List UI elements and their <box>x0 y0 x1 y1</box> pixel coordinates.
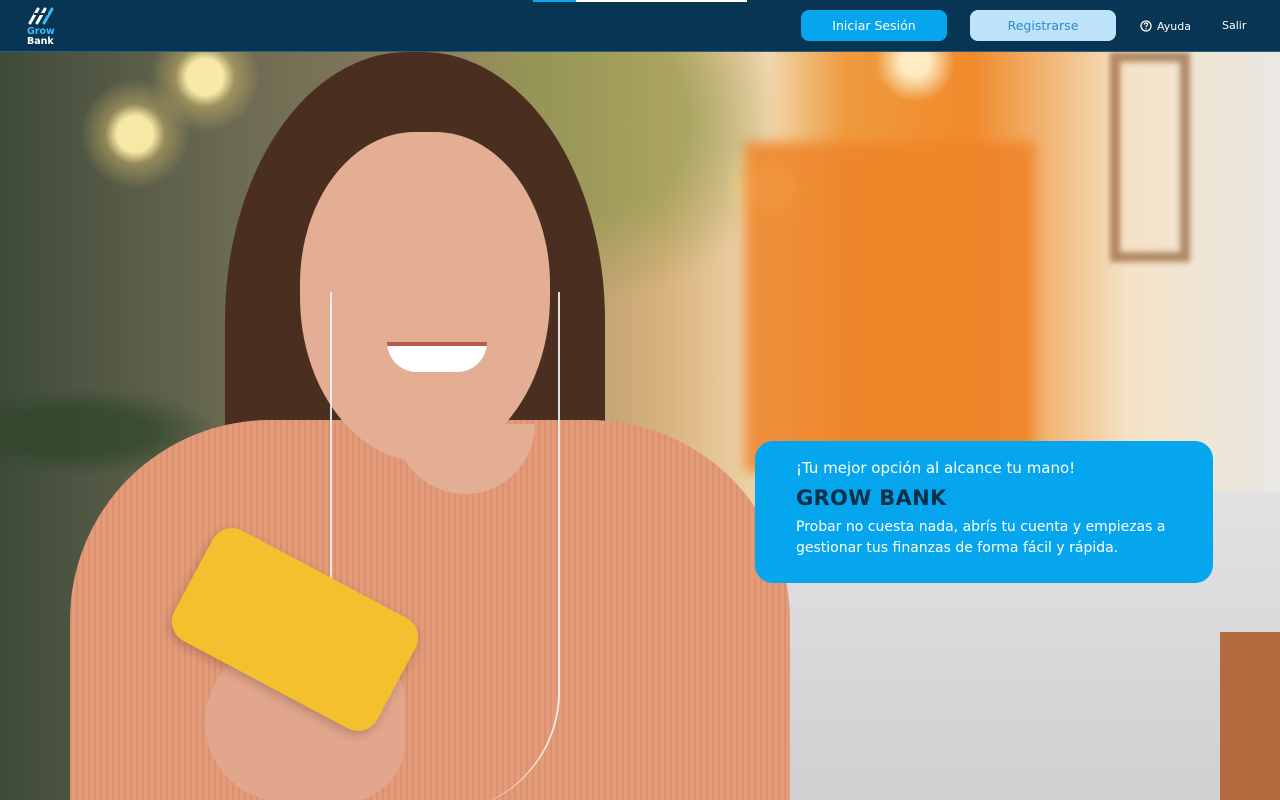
help-link[interactable]: Ayuda <box>1140 19 1191 33</box>
hero-table <box>1220 632 1280 800</box>
login-button[interactable]: Iniciar Sesión <box>801 10 947 41</box>
growbank-logo-icon <box>28 7 54 25</box>
logo-text-bank: Bank <box>27 35 54 47</box>
top-navigation-bar: Grow Bank Iniciar Sesión Registrarse Ayu… <box>0 0 1280 52</box>
promo-description: Probar no cuesta nada, abrís tu cuenta y… <box>796 519 1166 556</box>
promo-card: ¡Tu mejor opción al alcance tu mano! GRO… <box>755 441 1213 583</box>
question-circle-icon <box>1140 20 1152 32</box>
register-button[interactable]: Registrarse <box>970 10 1116 41</box>
help-label: Ayuda <box>1157 19 1191 33</box>
growbank-logo[interactable]: Grow Bank <box>22 5 62 47</box>
hero-bg-wall <box>745 142 1035 472</box>
hero-banner: ¡Tu mejor opción al alcance tu mano! GRO… <box>0 52 1280 800</box>
promo-title: GROW BANK <box>796 486 947 510</box>
hero-bg-frame <box>1110 52 1190 262</box>
exit-link[interactable]: Salir <box>1222 19 1246 32</box>
promo-tagline: ¡Tu mejor opción al alcance tu mano! <box>796 459 1076 477</box>
logo-wordmark: Grow Bank <box>27 27 61 46</box>
page-indicator-active <box>533 0 576 2</box>
